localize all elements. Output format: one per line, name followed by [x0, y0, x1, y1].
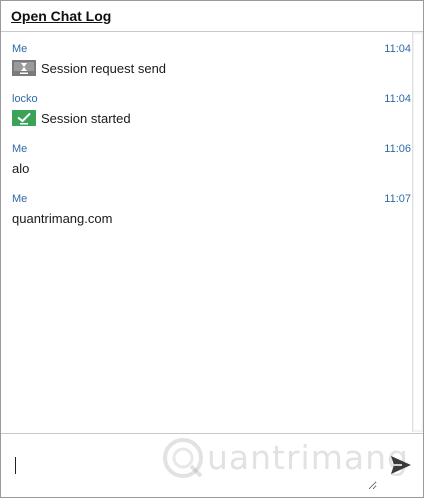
session-started-icon: [12, 110, 36, 126]
message-time: 11:04: [384, 43, 411, 55]
message-time: 11:07: [384, 193, 411, 205]
chat-header: Open Chat Log: [1, 1, 423, 32]
message-input[interactable]: [9, 444, 377, 490]
scrollbar-thumb[interactable]: [414, 34, 422, 430]
message-item: Me 11:04 Session request send: [12, 42, 423, 77]
message-text: alo: [12, 160, 30, 176]
message-text: quantrimang.com: [12, 210, 113, 226]
message-text: Session started: [41, 110, 131, 126]
message-item: Me 11:06 alo: [12, 142, 423, 177]
open-chat-log-link[interactable]: Open Chat Log: [11, 8, 111, 24]
message-sender: Me: [12, 193, 28, 205]
message-sender: Me: [12, 43, 28, 55]
message-item: locko 11:04 Session started: [12, 92, 423, 127]
message-list: Me 11:04 Session request send locko 11:0…: [12, 42, 423, 432]
chat-window: Open Chat Log Me 11:04 Session request s…: [0, 0, 424, 498]
message-text: Session request send: [41, 60, 167, 76]
message-time: 11:06: [384, 143, 411, 155]
message-composer: uantrimang: [1, 433, 423, 497]
message-sender: Me: [12, 143, 28, 155]
session-request-icon: [12, 60, 36, 76]
message-sender: locko: [12, 93, 38, 105]
message-time: 11:04: [384, 93, 411, 105]
message-scrollbar[interactable]: [412, 32, 423, 432]
send-icon[interactable]: [389, 453, 413, 477]
message-item: Me 11:07 quantrimang.com: [12, 192, 423, 227]
text-caret: [15, 457, 16, 474]
